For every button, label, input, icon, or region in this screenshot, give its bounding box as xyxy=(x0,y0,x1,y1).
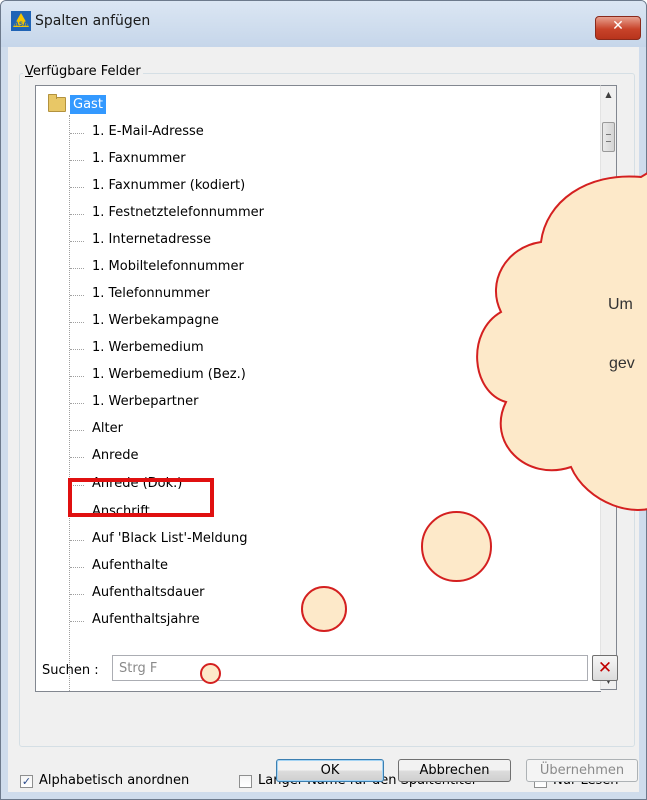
title-bar[interactable]: ASA Spalten anfügen ✕ xyxy=(1,1,646,47)
close-button[interactable]: ✕ xyxy=(595,16,641,40)
tree-item-label: Anrede xyxy=(92,448,139,463)
tree-item-label: 1. Werbemedium (Bez.) xyxy=(92,367,246,382)
tree-connector xyxy=(70,160,84,161)
tree-connector xyxy=(70,567,84,568)
close-icon: ✕ xyxy=(612,18,624,34)
tree-connector xyxy=(70,241,84,242)
callout-text: gev xyxy=(609,355,635,372)
tree-item-label: 1. Werbekampagne xyxy=(92,313,219,328)
tree-connector xyxy=(70,214,84,215)
tree-connector xyxy=(70,457,84,458)
cancel-button[interactable]: Abbrechen xyxy=(398,759,511,782)
callout-cloud xyxy=(476,172,647,511)
tree-connector xyxy=(70,621,84,622)
group-title: Verfügbare Felder xyxy=(23,64,143,79)
window-title: Spalten anfügen xyxy=(35,13,151,29)
tree-item-label: 1. Telefonnummer xyxy=(92,286,210,301)
tree-item-label: 1. E-Mail-Adresse xyxy=(92,124,204,139)
highlight-box xyxy=(68,478,214,517)
tree-item[interactable]: Auf 'Black List'-Meldung xyxy=(69,530,569,550)
tree-item-label: 1. Faxnummer (kodiert) xyxy=(92,178,246,193)
thought-bubble-small xyxy=(200,663,221,684)
tree-item[interactable]: 1. E-Mail-Adresse xyxy=(69,123,569,143)
tree-connector xyxy=(70,594,84,595)
tree-connector xyxy=(70,187,84,188)
folder-icon xyxy=(48,94,66,112)
tree-item-label: 1. Faxnummer xyxy=(92,151,186,166)
tree-item-label: 1. Internetadresse xyxy=(92,232,211,247)
clear-search-icon[interactable]: ✕ xyxy=(592,655,618,681)
checkbox-unchecked[interactable] xyxy=(239,775,252,788)
scroll-up-icon[interactable]: ▲ xyxy=(601,86,616,103)
tree-item-label: Aufenthaltsjahre xyxy=(92,612,200,627)
tree-item-label: Auf 'Black List'-Meldung xyxy=(92,531,248,546)
tree-item-label: 1. Festnetztelefonnummer xyxy=(92,205,264,220)
callout-text: Um xyxy=(608,296,633,313)
thought-bubble-large xyxy=(421,511,492,582)
apply-button[interactable]: Übernehmen xyxy=(526,759,638,782)
tree-item-label: Alter xyxy=(92,421,123,436)
tree-connector xyxy=(70,133,84,134)
tree-connector xyxy=(70,322,84,323)
tree-item-label: 1. Werbepartner xyxy=(92,394,199,409)
ok-button[interactable]: OK xyxy=(276,759,384,782)
checkbox-checked-icon[interactable]: ✓ xyxy=(20,775,33,788)
search-input[interactable] xyxy=(112,655,588,681)
tree-connector xyxy=(70,540,84,541)
svg-text:ASA: ASA xyxy=(14,21,28,28)
tree-connector xyxy=(70,268,84,269)
tree-item-label: Aufenthalte xyxy=(92,558,168,573)
tree-item[interactable]: Aufenthalte xyxy=(69,557,569,577)
search-label: Suchen : xyxy=(42,663,99,678)
tree-connector xyxy=(70,403,84,404)
option-label: Alphabetisch anordnen xyxy=(39,773,190,788)
tree-item-label: 1. Mobiltelefonnummer xyxy=(92,259,244,274)
tree-connector xyxy=(70,430,84,431)
tree-item-label: 1. Werbemedium xyxy=(92,340,204,355)
scroll-thumb[interactable] xyxy=(602,122,615,152)
thought-bubble-medium xyxy=(301,586,347,632)
app-logo-icon: ASA xyxy=(11,11,31,31)
tree-connector xyxy=(70,349,84,350)
tree-connector xyxy=(70,376,84,377)
tree-connector xyxy=(70,295,84,296)
tree-item-label: Aufenthaltsdauer xyxy=(92,585,205,600)
tree-root-label: Gast xyxy=(70,95,106,114)
